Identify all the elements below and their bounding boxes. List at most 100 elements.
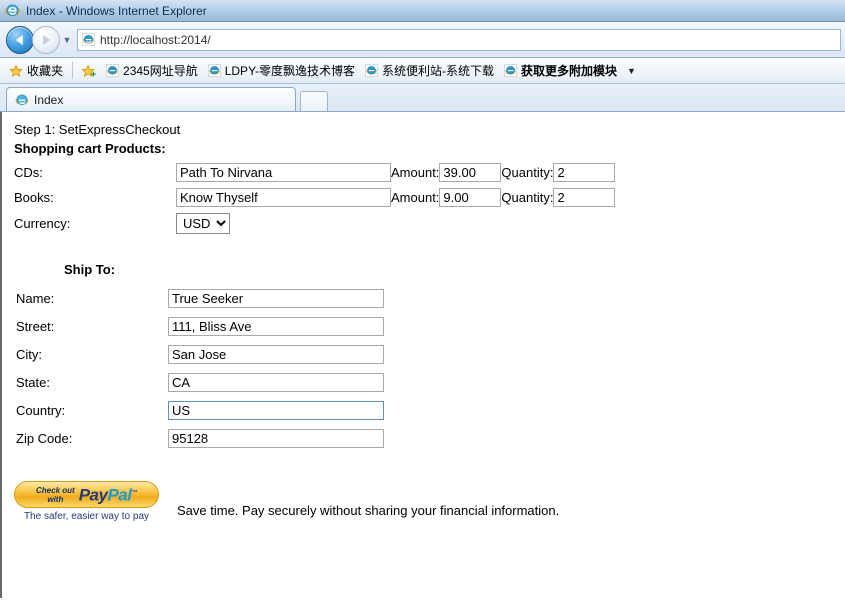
books-quantity-input[interactable] — [553, 188, 616, 207]
country-input[interactable] — [168, 401, 384, 420]
page-content-area: Step 1: SetExpressCheckout Shopping cart… — [0, 112, 845, 598]
name-cell — [168, 289, 384, 315]
favorites-separator — [72, 62, 74, 79]
page-favicon-icon — [82, 33, 95, 46]
shipto-heading: Ship To: — [64, 262, 116, 277]
arrow-right-icon — [43, 34, 51, 45]
checkout-form: Step 1: SetExpressCheckout Shopping cart… — [2, 112, 845, 522]
state-input[interactable] — [168, 373, 384, 392]
city-label: City: — [16, 347, 42, 362]
address-bar[interactable]: http://localhost:2014/ — [77, 28, 841, 51]
recent-pages-chevron-down-icon[interactable]: ▼ — [60, 35, 74, 45]
paypal-logo-pay: Pay — [78, 485, 108, 505]
shipto-row-zip: Zip Code: — [16, 429, 384, 455]
ie-page-icon — [364, 64, 378, 77]
books-amount-cell — [439, 188, 502, 213]
cart-row-cds: CDs: Amount: Quantity: — [14, 163, 616, 188]
favorites-button[interactable]: 收藏夹 — [4, 61, 68, 81]
currency-label: Currency: — [14, 216, 71, 231]
cds-quantity-cell — [553, 163, 616, 188]
cds-product-input[interactable] — [176, 163, 391, 182]
address-url-text: http://localhost:2014/ — [100, 32, 211, 47]
arrow-left-icon — [15, 34, 23, 45]
star-icon — [9, 64, 23, 78]
city-cell — [168, 345, 384, 371]
shipto-row-state: State: — [16, 373, 384, 399]
favorites-bar-item-3[interactable]: 获取更多附加模块 — [499, 61, 622, 81]
paypal-checkout-line1: Check out — [36, 485, 75, 495]
currency-cell: USD — [176, 213, 391, 240]
cds-product-cell — [176, 163, 391, 188]
tab-index[interactable]: Index — [6, 87, 296, 111]
internet-explorer-icon — [5, 3, 20, 18]
cds-amount-cell — [439, 163, 502, 188]
new-tab-button[interactable] — [300, 91, 328, 111]
browser-navigation-bar: ▼ http://localhost:2014/ — [0, 22, 845, 58]
street-cell — [168, 317, 384, 343]
books-quantity-cell — [553, 188, 616, 213]
forward-button[interactable] — [32, 25, 60, 54]
favorites-bar-item-1-label: LDPY-零度飘逸技术博客 — [224, 64, 355, 78]
paypal-checkout-text: Check out with — [36, 486, 75, 504]
shipto-table: Name: Street: City: State: — [14, 287, 386, 457]
name-input[interactable] — [168, 289, 384, 308]
shipto-row-country: Country: — [16, 401, 384, 427]
books-amount-input[interactable] — [439, 188, 502, 207]
state-label: State: — [16, 375, 50, 390]
favorites-bar-item-0-label: 2345网址导航 — [123, 64, 198, 78]
cds-amount-label: Amount: — [391, 165, 440, 180]
cds-label: CDs: — [14, 165, 43, 180]
paypal-button-group: Check out with PayPal™ The safer, easier… — [14, 481, 159, 522]
paypal-checkout-row: Check out with PayPal™ The safer, easier… — [14, 481, 845, 522]
shipto-row-city: City: — [16, 345, 384, 371]
tab-index-label: Index — [34, 92, 64, 107]
paypal-logo: PayPal™ — [78, 485, 138, 505]
cart-row-books: Books: Amount: Quantity: — [14, 188, 616, 213]
ie-page-icon — [503, 64, 517, 77]
currency-select[interactable]: USD — [176, 213, 230, 234]
books-label: Books: — [14, 190, 54, 205]
paypal-security-note: Save time. Pay securely without sharing … — [177, 503, 560, 518]
star-plus-icon — [81, 64, 96, 78]
cart-table: CDs: Amount: Quantity: Books: Amount: — [14, 163, 616, 240]
zipcode-input[interactable] — [168, 429, 384, 448]
books-product-input[interactable] — [176, 188, 391, 207]
zipcode-cell — [168, 429, 384, 455]
window-titlebar: Index - Windows Internet Explorer — [0, 0, 845, 22]
window-title: Index - Windows Internet Explorer — [26, 3, 207, 18]
city-input[interactable] — [168, 345, 384, 364]
name-label: Name: — [16, 291, 55, 306]
country-label: Country: — [16, 403, 66, 418]
paypal-trademark-icon: ™ — [131, 490, 137, 497]
street-label: Street: — [16, 319, 55, 334]
favorites-bar-item-2-label: 系统便利站-系统下载 — [381, 64, 494, 78]
street-input[interactable] — [168, 317, 384, 336]
cart-row-currency: Currency: USD — [14, 213, 615, 240]
paypal-checkout-button[interactable]: Check out with PayPal™ — [14, 481, 159, 508]
paypal-tagline: The safer, easier way to pay — [23, 511, 150, 522]
favorites-bar-item-1[interactable]: LDPY-零度飘逸技术博客 — [203, 61, 360, 81]
favorites-bar-item-0[interactable]: 2345网址导航 — [101, 61, 203, 81]
books-quantity-label: Quantity: — [501, 190, 554, 205]
paypal-logo-pal: Pal — [107, 485, 132, 505]
books-amount-label: Amount: — [391, 190, 440, 205]
add-to-favorites-bar-button[interactable] — [77, 61, 101, 81]
tab-favicon-icon — [15, 93, 29, 107]
step-heading: Step 1: SetExpressCheckout — [14, 122, 181, 137]
paypal-checkout-line2: with — [47, 494, 64, 504]
cds-quantity-input[interactable] — [553, 163, 616, 182]
back-button[interactable] — [6, 25, 34, 54]
ie-page-icon — [207, 64, 221, 77]
favorites-bar-item-3-label: 获取更多附加模块 — [520, 64, 617, 78]
zipcode-label: Zip Code: — [16, 431, 73, 446]
country-cell — [168, 401, 384, 427]
cds-quantity-label: Quantity: — [501, 165, 554, 180]
shipto-row-name: Name: — [16, 289, 384, 315]
favorites-overflow-chevron-down-icon[interactable]: ▼ — [627, 66, 636, 76]
favorites-bar-item-2[interactable]: 系统便利站-系统下载 — [360, 61, 499, 81]
ie-page-icon — [106, 64, 120, 77]
favorites-button-label: 收藏夹 — [27, 64, 64, 78]
favorites-bar: 收藏夹 2345网址导航 LDPY-零度飘逸技术博客 系统便利站-系统下载 获取… — [0, 58, 845, 84]
state-cell — [168, 373, 384, 399]
cds-amount-input[interactable] — [439, 163, 502, 182]
